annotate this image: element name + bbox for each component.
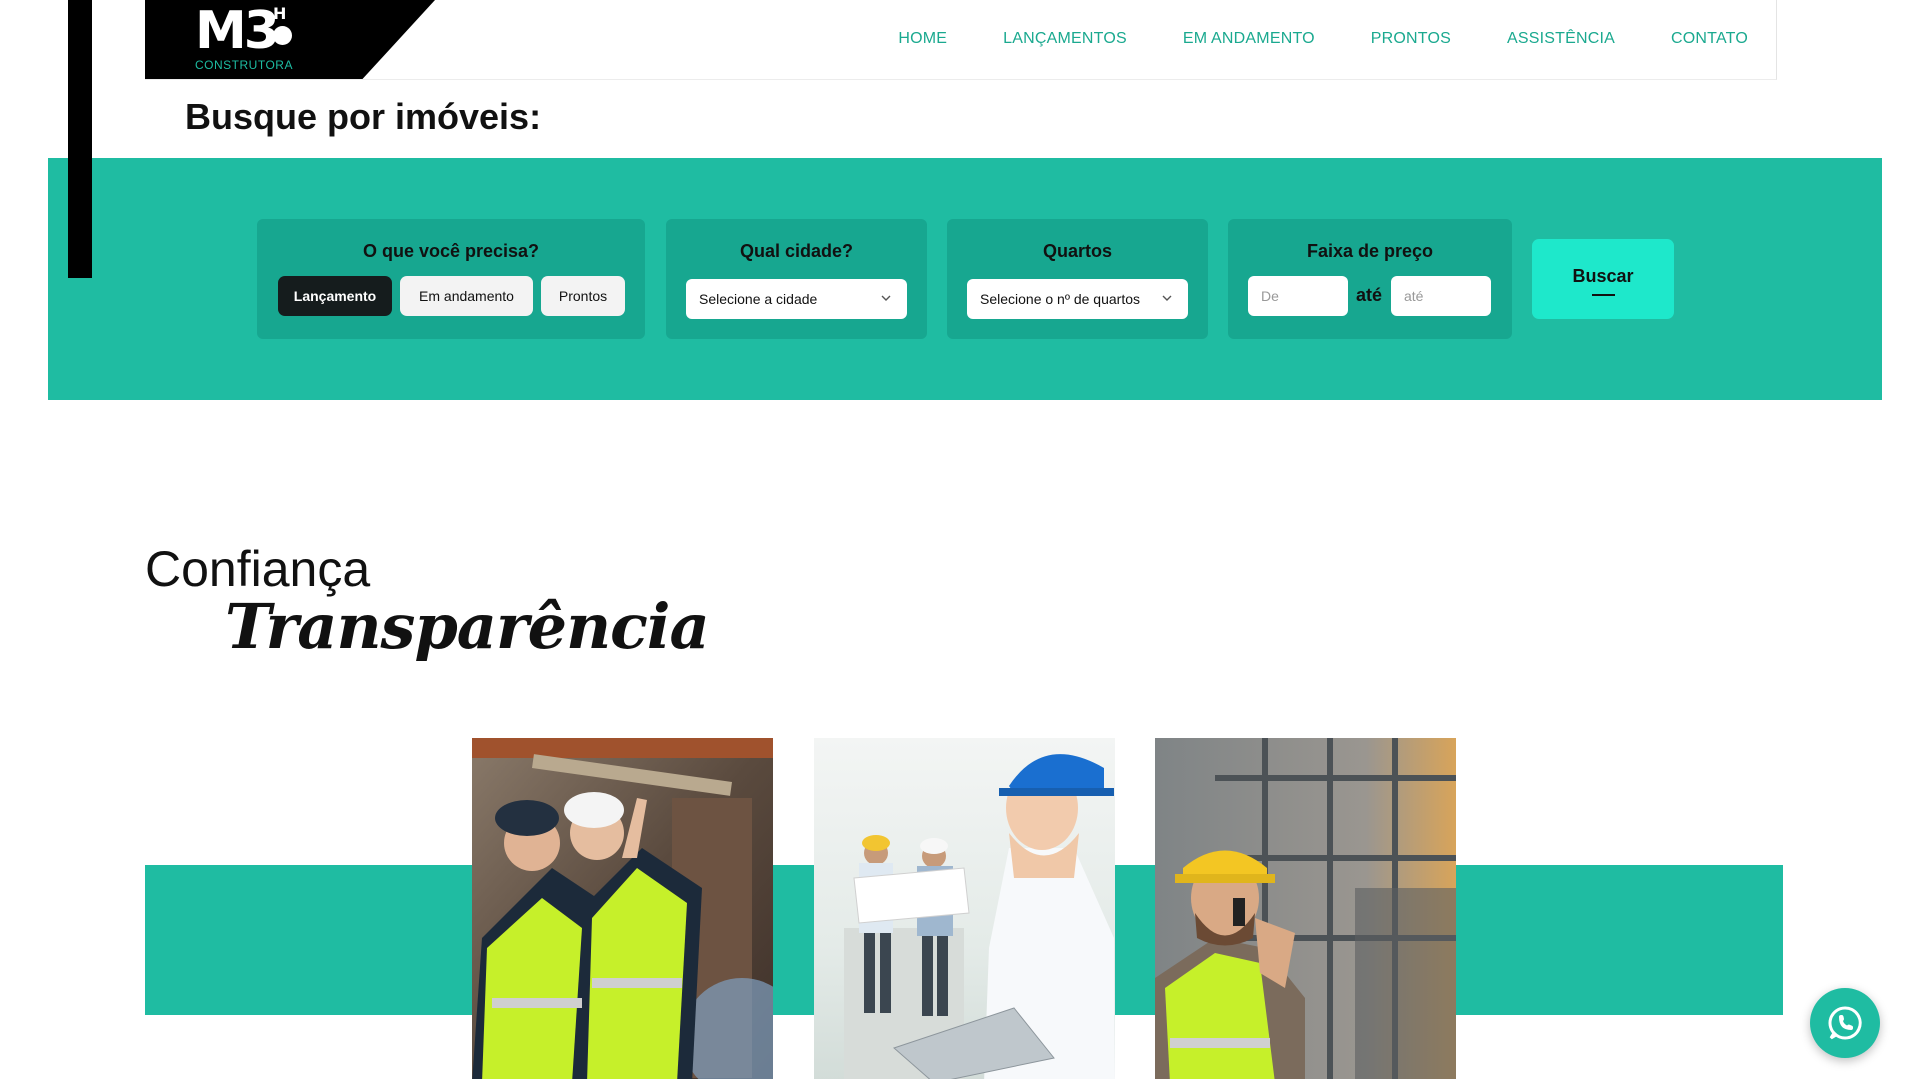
- nav-lancamentos[interactable]: LANÇAMENTOS: [1003, 30, 1127, 48]
- worker-radio-photo: [1155, 738, 1456, 1079]
- left-accent-bar: [68, 0, 92, 278]
- logo[interactable]: M3 H CONSTRUTORA: [145, 0, 435, 79]
- logo-dot: [273, 26, 292, 45]
- nav-em-andamento[interactable]: EM ANDAMENTO: [1183, 30, 1315, 48]
- nav-assistencia[interactable]: ASSISTÊNCIA: [1507, 30, 1615, 48]
- site-header: M3 H CONSTRUTORA HOME LANÇAMENTOS EM AND…: [145, 0, 1777, 80]
- price-title: Faixa de preço: [1306, 241, 1434, 261]
- price-separator: até: [1356, 285, 1383, 305]
- chevron-down-icon: [881, 295, 891, 301]
- nav-prontos[interactable]: PRONTOS: [1371, 30, 1451, 48]
- price-card: Faixa de preço até: [1228, 219, 1512, 339]
- option-prontos[interactable]: Prontos: [541, 276, 625, 316]
- engineer-woman-photo: [814, 738, 1115, 1079]
- buscar-underline: [1592, 294, 1615, 296]
- city-card: Qual cidade? Selecione a cidade: [666, 219, 927, 339]
- buscar-label: Buscar: [1572, 265, 1634, 286]
- rooms-select-value: Selecione o nº de quartos: [980, 291, 1141, 307]
- logo-mark: M3: [195, 1, 280, 61]
- option-lancamento[interactable]: Lançamento: [278, 276, 392, 316]
- buscar-button[interactable]: Buscar: [1532, 239, 1674, 319]
- whatsapp-button[interactable]: [1810, 988, 1880, 1058]
- rooms-title: Quartos: [1042, 241, 1112, 261]
- city-title: Qual cidade?: [739, 241, 854, 261]
- city-select-value: Selecione a cidade: [699, 291, 818, 307]
- city-select[interactable]: Selecione a cidade: [686, 279, 907, 319]
- price-to-input[interactable]: [1391, 276, 1491, 316]
- transparencia-heading: Transparência: [225, 590, 710, 663]
- chevron-down-icon: [1162, 295, 1172, 301]
- whatsapp-icon: [1828, 1006, 1862, 1040]
- engineers-photo: [472, 738, 773, 1079]
- rooms-card: Quartos Selecione o nº de quartos: [947, 219, 1208, 339]
- nav-contato[interactable]: CONTATO: [1671, 30, 1748, 48]
- rooms-select[interactable]: Selecione o nº de quartos: [967, 279, 1188, 319]
- search-title: Busque por imóveis:: [185, 96, 542, 137]
- need-card: O que você precisa? Lançamento Em andame…: [257, 219, 645, 339]
- price-from-input[interactable]: [1248, 276, 1348, 316]
- logo-subtitle: CONSTRUTORA: [195, 58, 293, 72]
- main-nav: HOME LANÇAMENTOS EM ANDAMENTO PRONTOS AS…: [898, 30, 1748, 48]
- option-em-andamento[interactable]: Em andamento: [400, 276, 533, 316]
- nav-home[interactable]: HOME: [898, 30, 947, 48]
- logo-h: H: [273, 4, 287, 23]
- need-title: O que você precisa?: [362, 241, 540, 261]
